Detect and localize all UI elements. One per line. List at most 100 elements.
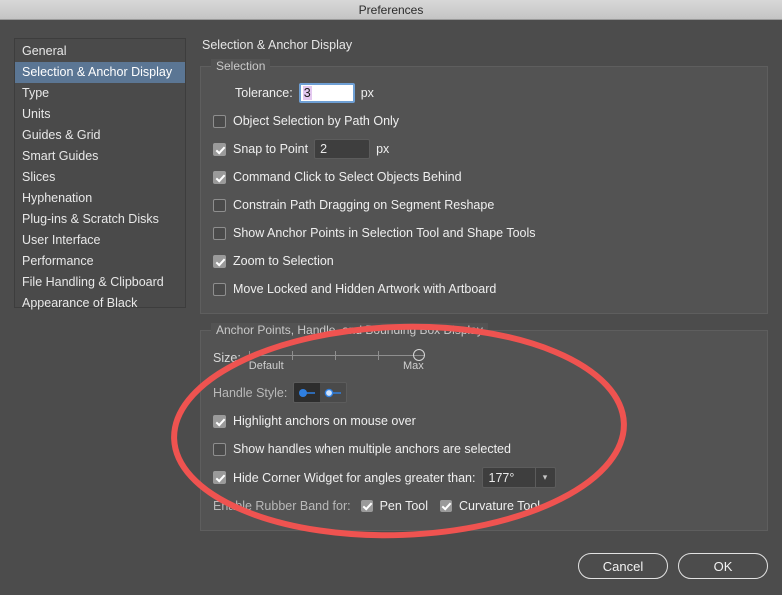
selection-group: Selection Tolerance: 3 px Object Selecti… xyxy=(200,59,768,314)
constrain-path-checkbox[interactable] xyxy=(213,198,226,212)
slider-tick xyxy=(291,351,293,360)
sidebar-item-label: Type xyxy=(22,86,50,100)
show-handles-checkbox[interactable] xyxy=(213,442,226,456)
zoom-to-selection-row[interactable]: Zoom to Selection xyxy=(213,251,755,271)
tolerance-row: Tolerance: 3 px xyxy=(235,83,755,103)
curvature-tool-label: Curvature Tool xyxy=(459,499,541,513)
sidebar-item-label: Appearance of Black xyxy=(22,296,138,310)
page-title: Selection & Anchor Display xyxy=(202,38,353,52)
corner-angle-select[interactable]: 177° ▾ xyxy=(481,467,556,488)
slider-end-labels: Default Max xyxy=(249,360,424,372)
move-locked-row[interactable]: Move Locked and Hidden Artwork with Artb… xyxy=(213,279,755,299)
tolerance-input[interactable]: 3 xyxy=(298,83,355,103)
sidebar-item-label: Units xyxy=(22,107,51,121)
constrain-path-row[interactable]: Constrain Path Dragging on Segment Resha… xyxy=(213,195,755,215)
window-titlebar: Preferences xyxy=(0,0,782,20)
pen-tool-checkbox[interactable] xyxy=(360,500,373,512)
sidebar-item-guides-grid[interactable]: Guides & Grid xyxy=(15,125,185,146)
sidebar-item-label: User Interface xyxy=(22,233,101,247)
object-selection-by-path-only-label: Object Selection by Path Only xyxy=(233,114,400,128)
handle-style-row: Handle Style: xyxy=(213,382,755,403)
tolerance-value: 3 xyxy=(302,86,312,100)
hide-corner-widget-checkbox[interactable] xyxy=(213,471,226,484)
anchor-display-group-legend: Anchor Points, Handle, and Bounding Box … xyxy=(211,323,488,337)
object-selection-by-path-only-row[interactable]: Object Selection by Path Only xyxy=(213,111,755,131)
sidebar-item-type[interactable]: Type xyxy=(15,83,185,104)
sidebar-item-slices[interactable]: Slices xyxy=(15,167,185,188)
preferences-panel: Selection & Anchor Display Selection Tol… xyxy=(200,38,768,547)
snap-to-point-value: 2 xyxy=(320,142,328,156)
rubber-band-row: Enable Rubber Band for: Pen Tool Curvatu… xyxy=(213,496,755,516)
object-selection-by-path-only-checkbox[interactable] xyxy=(213,114,226,128)
highlight-anchors-checkbox[interactable] xyxy=(213,414,226,428)
sidebar-item-performance[interactable]: Performance xyxy=(15,251,185,272)
slider-knob[interactable] xyxy=(412,349,425,361)
command-click-checkbox[interactable] xyxy=(213,170,226,184)
anchor-size-slider[interactable]: Default Max xyxy=(248,349,425,372)
show-anchor-points-checkbox[interactable] xyxy=(213,226,226,240)
sidebar-item-label: General xyxy=(22,44,67,58)
snap-to-point-checkbox[interactable] xyxy=(213,142,226,156)
sidebar-item-label: Plug-ins & Scratch Disks xyxy=(22,212,159,226)
snap-to-point-label: Snap to Point xyxy=(233,142,309,156)
snap-to-point-row[interactable]: Snap to Point 2 px xyxy=(213,139,755,159)
tolerance-label: Tolerance: xyxy=(235,86,293,100)
sidebar-item-hyphenation[interactable]: Hyphenation xyxy=(15,188,185,209)
show-handles-row[interactable]: Show handles when multiple anchors are s… xyxy=(213,439,755,459)
slider-tick xyxy=(377,351,379,360)
slider-min-label: Default xyxy=(248,360,284,372)
show-anchor-points-row[interactable]: Show Anchor Points in Selection Tool and… xyxy=(213,223,755,243)
sidebar-item-plugins-scratch-disks[interactable]: Plug-ins & Scratch Disks xyxy=(15,209,185,230)
preferences-dialog: General Selection & Anchor Display Type … xyxy=(0,21,782,595)
cancel-button[interactable]: Cancel xyxy=(578,553,668,579)
constrain-path-label: Constrain Path Dragging on Segment Resha… xyxy=(233,198,495,212)
sidebar-item-appearance-of-black[interactable]: Appearance of Black xyxy=(15,293,185,314)
show-anchor-points-label: Show Anchor Points in Selection Tool and… xyxy=(233,226,536,240)
curvature-tool-checkbox[interactable] xyxy=(440,500,453,512)
slider-max-label: Max xyxy=(403,360,424,372)
tolerance-unit: px xyxy=(360,86,374,100)
hide-corner-widget-row[interactable]: Hide Corner Widget for angles greater th… xyxy=(213,467,755,488)
sidebar-item-selection-anchor-display[interactable]: Selection & Anchor Display xyxy=(15,62,185,83)
slider-tick xyxy=(334,351,336,360)
pen-tool-label: Pen Tool xyxy=(379,499,429,513)
sidebar-item-user-interface[interactable]: User Interface xyxy=(15,230,185,251)
command-click-row[interactable]: Command Click to Select Objects Behind xyxy=(213,167,755,187)
handle-style-options[interactable] xyxy=(293,382,348,403)
sidebar-item-label: Selection & Anchor Display xyxy=(22,65,173,79)
move-locked-label: Move Locked and Hidden Artwork with Artb… xyxy=(233,282,497,296)
move-locked-checkbox[interactable] xyxy=(213,282,226,296)
ok-button[interactable]: OK xyxy=(678,553,768,579)
zoom-to-selection-checkbox[interactable] xyxy=(213,254,226,268)
hollow-handle-icon[interactable] xyxy=(320,383,347,402)
sidebar-item-label: Performance xyxy=(22,254,94,268)
sidebar-item-general[interactable]: General xyxy=(15,41,185,62)
slider-tick xyxy=(248,351,250,360)
window-title: Preferences xyxy=(358,2,424,17)
selection-group-legend: Selection xyxy=(211,59,271,73)
sidebar-item-label: Smart Guides xyxy=(22,149,99,163)
anchor-size-row: Size: Default Max xyxy=(213,349,755,372)
sidebar-item-label: Hyphenation xyxy=(22,191,93,205)
sidebar-item-label: Guides & Grid xyxy=(22,128,101,142)
slider-track[interactable] xyxy=(248,349,425,361)
sidebar-item-units[interactable]: Units xyxy=(15,104,185,125)
sidebar-item-file-handling-clipboard[interactable]: File Handling & Clipboard xyxy=(15,272,185,293)
snap-to-point-input[interactable]: 2 xyxy=(314,139,371,159)
snap-to-point-unit: px xyxy=(376,142,390,156)
anchor-display-group: Anchor Points, Handle, and Bounding Box … xyxy=(200,323,768,531)
highlight-anchors-label: Highlight anchors on mouse over xyxy=(233,414,416,428)
hide-corner-widget-label: Hide Corner Widget for angles greater th… xyxy=(233,470,476,485)
sidebar-item-smart-guides[interactable]: Smart Guides xyxy=(15,146,185,167)
corner-angle-value: 177° xyxy=(488,470,515,485)
dialog-footer: Cancel OK xyxy=(578,553,768,579)
chevron-down-icon[interactable]: ▾ xyxy=(534,468,555,487)
handle-style-label: Handle Style: xyxy=(213,385,288,400)
zoom-to-selection-label: Zoom to Selection xyxy=(233,254,334,268)
rubber-band-label: Enable Rubber Band for: xyxy=(213,499,351,513)
preferences-category-list[interactable]: General Selection & Anchor Display Type … xyxy=(14,38,186,310)
sidebar-item-label: Slices xyxy=(22,170,56,184)
solid-handle-icon[interactable] xyxy=(294,383,321,402)
highlight-anchors-row[interactable]: Highlight anchors on mouse over xyxy=(213,411,755,431)
show-handles-label: Show handles when multiple anchors are s… xyxy=(233,442,511,456)
